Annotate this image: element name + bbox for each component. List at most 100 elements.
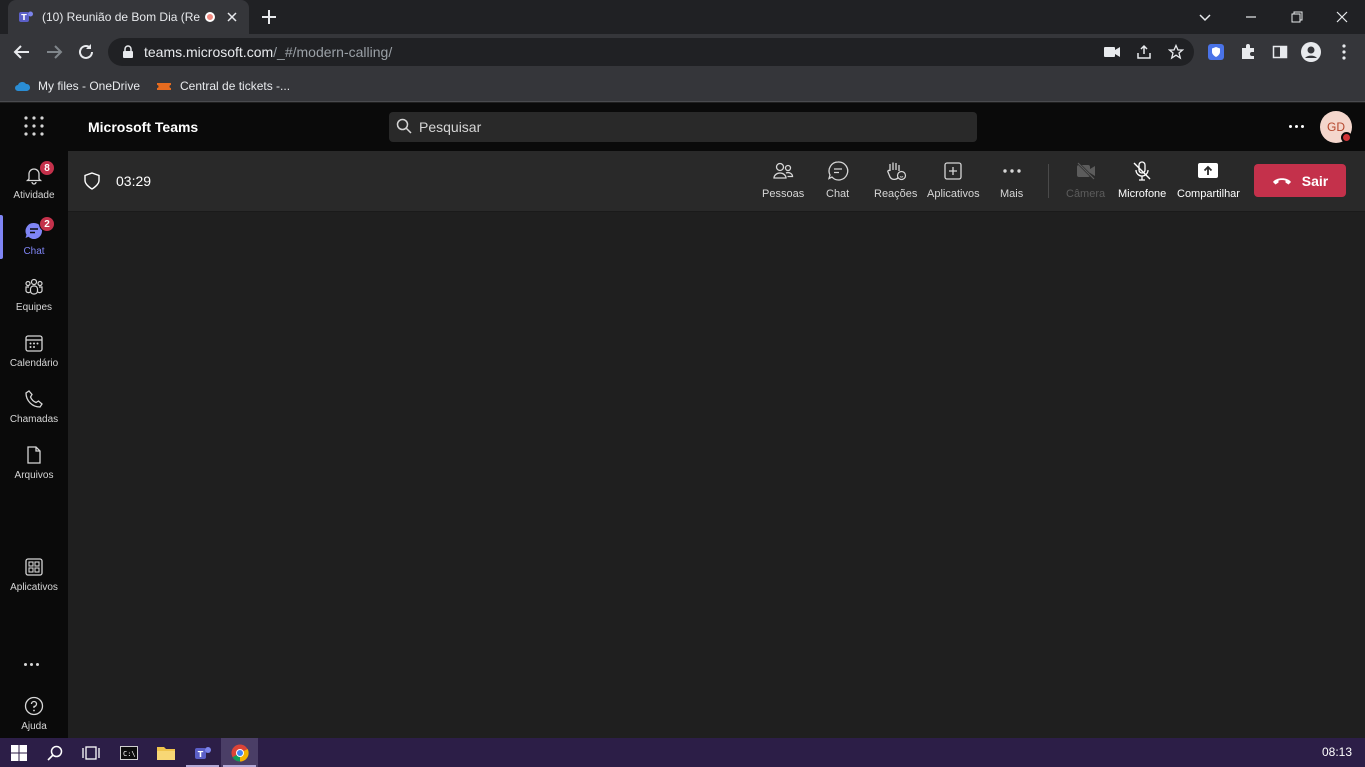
search-icon xyxy=(396,118,412,134)
teams-taskbar-icon[interactable]: T xyxy=(184,738,221,767)
settings-more-icon[interactable] xyxy=(1286,118,1306,134)
bookmark-label: My files - OneDrive xyxy=(38,79,141,93)
chat-button[interactable]: Chat xyxy=(826,160,849,204)
new-tab-icon[interactable] xyxy=(259,7,279,27)
tab-search-icon[interactable] xyxy=(1182,0,1228,34)
app-rail: Atividade 8 Chat 2 Equipes Calendário Ch… xyxy=(0,151,68,738)
teams-icon xyxy=(25,278,43,295)
bookmarks-bar: My files - OneDrive Central de tickets -… xyxy=(0,70,1365,102)
taskbar-search-icon[interactable] xyxy=(36,738,73,767)
forward-icon[interactable] xyxy=(43,41,65,63)
rail-label: Arquivos xyxy=(14,470,54,481)
side-panel-icon[interactable] xyxy=(1270,42,1290,62)
profile-icon[interactable] xyxy=(1301,42,1321,62)
microphone-button[interactable]: Microfone xyxy=(1118,160,1166,204)
taskbar-clock: 08:13 xyxy=(1322,745,1353,759)
rail-item-activity[interactable]: Atividade 8 xyxy=(0,155,68,207)
chat-badge: 2 xyxy=(39,216,55,232)
restore-icon[interactable] xyxy=(1274,0,1320,34)
task-view-icon[interactable] xyxy=(72,738,109,767)
url-host: teams.microsoft.com xyxy=(144,44,274,60)
chat-label: Chat xyxy=(826,188,850,200)
lock-icon xyxy=(123,45,133,58)
people-button[interactable]: Pessoas xyxy=(762,160,804,204)
reload-icon[interactable] xyxy=(75,41,97,63)
more-label: Mais xyxy=(1000,188,1024,200)
apps-icon xyxy=(25,558,43,576)
minimize-icon[interactable] xyxy=(1228,0,1274,34)
camera-off-icon xyxy=(1076,162,1095,180)
rail-item-teams[interactable]: Equipes xyxy=(0,267,68,319)
teams-favicon-icon: T xyxy=(19,11,33,22)
phone-icon xyxy=(25,390,43,408)
share-label: Compartilhar xyxy=(1177,188,1240,200)
address-bar[interactable]: teams.microsoft.com/_#/modern-calling/ xyxy=(108,38,1194,66)
windows-start-icon[interactable] xyxy=(0,738,37,767)
svg-text:T: T xyxy=(21,13,27,22)
rail-label: Chamadas xyxy=(9,414,59,425)
controls-divider xyxy=(1048,164,1049,198)
app-launcher-icon[interactable] xyxy=(22,114,46,138)
people-label: Pessoas xyxy=(762,188,805,200)
rail-item-help[interactable]: Ajuda xyxy=(0,686,68,738)
rail-item-files[interactable]: Arquivos xyxy=(0,435,68,487)
meeting-timer: 03:29 xyxy=(116,173,152,189)
bookmark-tickets[interactable]: Central de tickets -... xyxy=(156,76,290,96)
svg-text:C:\: C:\ xyxy=(123,750,136,758)
help-icon xyxy=(24,696,44,716)
camera-blocked-icon[interactable] xyxy=(1103,43,1121,61)
reactions-label: Reações xyxy=(874,188,918,200)
reactions-button[interactable]: Reações xyxy=(874,160,917,204)
search-input[interactable]: Pesquisar xyxy=(389,112,977,142)
extension-shield-icon[interactable] xyxy=(1206,42,1226,62)
close-window-icon[interactable] xyxy=(1319,0,1365,34)
meeting-control-bar xyxy=(68,151,1365,212)
more-button[interactable]: Mais xyxy=(1000,160,1023,204)
microphone-label: Microfone xyxy=(1118,188,1167,200)
rail-label: Calendário xyxy=(9,358,59,369)
meeting-stage xyxy=(68,212,1365,738)
share-button[interactable]: Compartilhar xyxy=(1177,160,1240,204)
rail-label: Chat xyxy=(23,246,45,257)
rail-label: Atividade xyxy=(13,190,55,201)
rail-item-calendar[interactable]: Calendário xyxy=(0,323,68,375)
chrome-taskbar-icon[interactable] xyxy=(221,738,258,767)
camera-label: Câmera xyxy=(1066,188,1106,200)
rail-label: Aplicativos xyxy=(10,582,58,593)
rail-item-apps[interactable]: Aplicativos xyxy=(0,547,68,599)
leave-label: Sair xyxy=(1301,172,1329,189)
bookmark-label: Central de tickets -... xyxy=(180,79,291,93)
bookmark-onedrive[interactable]: My files - OneDrive xyxy=(14,76,140,96)
more-actions-icon xyxy=(1002,169,1021,173)
tab-close-icon[interactable] xyxy=(225,10,239,24)
leave-button[interactable]: Sair xyxy=(1254,164,1346,197)
svg-text:T: T xyxy=(197,750,203,759)
mic-off-icon xyxy=(1133,161,1151,181)
add-app-icon xyxy=(944,162,962,180)
url-path: /_#/modern-calling/ xyxy=(273,44,393,60)
onedrive-icon xyxy=(15,82,30,91)
rail-label: Equipes xyxy=(15,302,53,313)
shield-icon[interactable] xyxy=(84,172,100,190)
raise-hand-icon xyxy=(886,162,906,181)
file-explorer-icon[interactable] xyxy=(147,738,184,767)
file-icon xyxy=(27,446,41,464)
rail-label: Ajuda xyxy=(21,721,47,732)
browser-menu-icon[interactable] xyxy=(1334,42,1354,62)
more-apps-icon[interactable] xyxy=(24,663,39,666)
terminal-icon[interactable]: C:\ xyxy=(110,738,147,767)
back-icon[interactable] xyxy=(11,41,33,63)
chat-bubble-icon xyxy=(827,161,848,181)
ticket-icon xyxy=(157,83,171,90)
apps-button[interactable]: Aplicativos xyxy=(927,160,980,204)
share-page-icon[interactable] xyxy=(1135,43,1153,61)
activity-badge: 8 xyxy=(39,160,55,176)
people-icon xyxy=(773,162,794,179)
bookmark-star-icon[interactable] xyxy=(1167,43,1185,61)
rail-item-calls[interactable]: Chamadas xyxy=(0,379,68,431)
hang-up-icon xyxy=(1272,177,1291,184)
rail-item-chat[interactable]: Chat 2 xyxy=(0,211,68,263)
extensions-puzzle-icon[interactable] xyxy=(1238,42,1258,62)
browser-tab[interactable]: T (10) Reunião de Bom Dia (Re xyxy=(8,0,249,34)
camera-button[interactable]: Câmera xyxy=(1066,160,1105,204)
